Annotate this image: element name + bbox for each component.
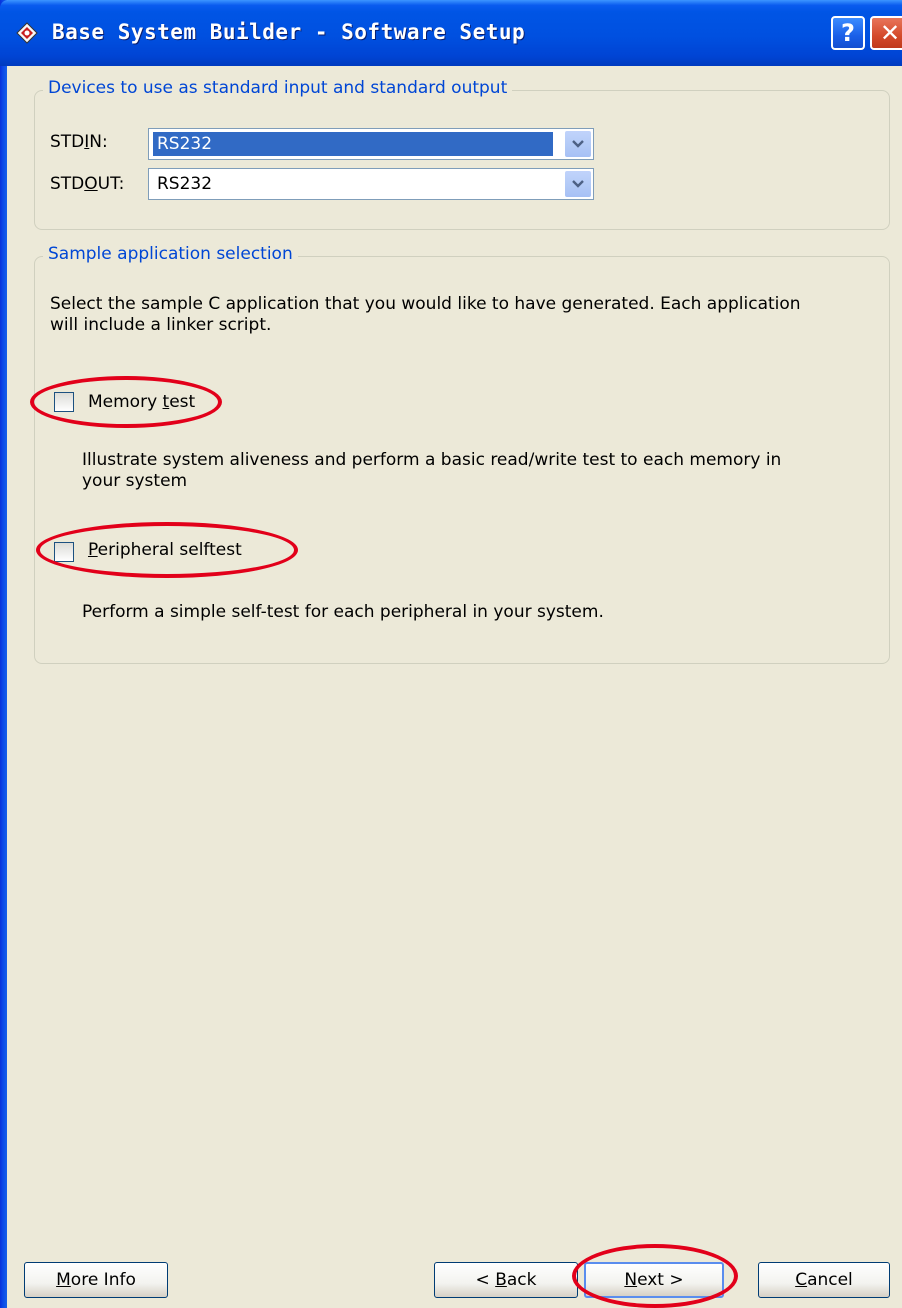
stdin-value: RS232 [153, 132, 553, 156]
peripheral-selftest-label[interactable]: Peripheral selftest [88, 540, 242, 560]
memory-test-checkbox[interactable] [54, 392, 74, 412]
chevron-down-icon [572, 140, 584, 148]
cancel-button[interactable]: Cancel [758, 1262, 890, 1298]
stdout-value: RS232 [157, 174, 213, 194]
stdin-select[interactable]: RS232 [148, 128, 594, 160]
help-icon: ? [841, 19, 855, 47]
chevron-down-icon [572, 180, 584, 188]
xilinx-logo-icon [16, 22, 38, 44]
stdin-dropdown-button[interactable] [565, 131, 591, 157]
memory-test-label[interactable]: Memory test [88, 392, 195, 412]
memory-test-description: Illustrate system aliveness and perform … [82, 450, 782, 491]
app-group-legend: Sample application selection [43, 244, 298, 264]
stdin-label: STDIN: [50, 132, 108, 152]
back-button[interactable]: < Back [434, 1262, 578, 1298]
app-intro-text: Select the sample C application that you… [50, 294, 801, 335]
peripheral-selftest-description: Perform a simple self-test for each peri… [82, 602, 604, 622]
close-button[interactable]: ✕ [870, 16, 902, 50]
peripheral-selftest-checkbox[interactable] [54, 542, 74, 562]
stdout-select[interactable]: RS232 [148, 168, 594, 200]
next-button[interactable]: Next > [584, 1262, 724, 1298]
io-group-legend: Devices to use as standard input and sta… [43, 78, 513, 98]
close-icon: ✕ [879, 19, 901, 47]
window-frame [0, 0, 7, 1308]
help-button[interactable]: ? [831, 16, 865, 50]
stdout-label: STDOUT: [50, 174, 125, 194]
window-title: Base System Builder - Software Setup [52, 20, 526, 44]
io-devices-group: Devices to use as standard input and sta… [34, 78, 890, 230]
dialog-window: Base System Builder - Software Setup ? ✕… [0, 0, 902, 1308]
title-bar[interactable]: Base System Builder - Software Setup ? ✕ [0, 0, 902, 66]
stdout-dropdown-button[interactable] [565, 171, 591, 197]
more-info-button[interactable]: More Info [24, 1262, 168, 1298]
